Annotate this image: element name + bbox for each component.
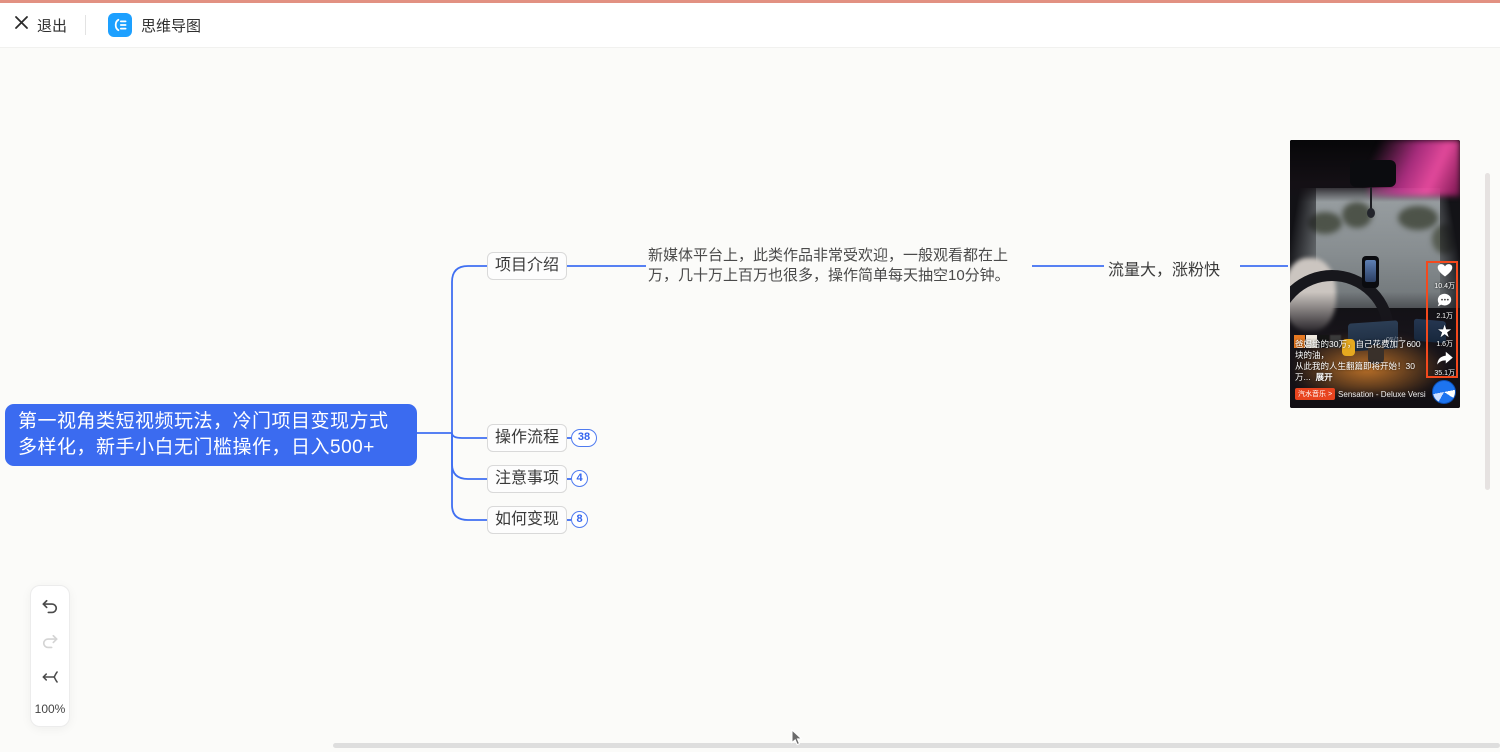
collapsed-count-badge[interactable]: 4	[571, 470, 588, 487]
music-bar[interactable]: 汽水音乐 > Sensation - Deluxe Versi	[1295, 388, 1426, 400]
caption-line1: 爸妈给的30万，自己花费加了600块的油，	[1295, 339, 1421, 360]
mindmap-node-operation-flow[interactable]: 操作流程	[487, 424, 567, 452]
rearview-mirror	[1350, 160, 1396, 187]
collapse-branches-button[interactable]	[40, 667, 60, 687]
mirror-charm	[1370, 187, 1372, 209]
exit-button[interactable]: 退出	[14, 15, 67, 36]
undo-button[interactable]	[40, 597, 60, 617]
zoom-level[interactable]: 100%	[35, 702, 66, 716]
canvas-tool-panel: 100%	[30, 585, 70, 727]
mounted-phone-screen	[1365, 260, 1376, 282]
topbar-divider	[85, 15, 86, 35]
collapsed-count-badge[interactable]: 8	[571, 511, 588, 528]
mirror-charm-pendant	[1367, 208, 1375, 218]
music-app-tag[interactable]: 汽水音乐 >	[1295, 388, 1335, 400]
music-title: Sensation - Deluxe Versi	[1338, 390, 1426, 399]
app-title: 思维导图	[141, 15, 201, 36]
mindmap-node-monetization[interactable]: 如何变现	[487, 506, 567, 534]
redo-button[interactable]	[40, 632, 60, 652]
mindmap-logo-icon	[108, 13, 132, 37]
collapsed-count-badge[interactable]: 38	[571, 429, 597, 447]
window-accent-line	[0, 0, 1500, 3]
expand-link[interactable]: 展开	[1316, 372, 1333, 382]
vertical-scrollbar[interactable]	[1485, 173, 1490, 490]
soda-music-logo	[1432, 380, 1456, 404]
topbar: 退出 思维导图	[0, 3, 1500, 48]
mouse-cursor	[790, 729, 804, 752]
close-icon	[14, 15, 29, 35]
palm-tree	[1398, 206, 1438, 230]
connector-lines	[0, 0, 1500, 751]
video-thumbnail-node[interactable]: 05/11 爸妈给的30万，自己花费加了600块的油， 从此我的人生翻篇即将开始…	[1290, 140, 1460, 408]
mindmap-detail-text-node[interactable]: 新媒体平台上，此类作品非常受欢迎，一般观看都在上万，几十万上百万也很多，操作简单…	[648, 246, 1028, 286]
annotation-highlight-box	[1426, 261, 1458, 378]
video-caption: 爸妈给的30万，自己花费加了600块的油， 从此我的人生翻篇即将开始！30万..…	[1295, 339, 1428, 383]
mindmap-benefit-text-node[interactable]: 流量大，涨粉快	[1108, 256, 1220, 280]
caption-line2: 从此我的人生翻篇即将开始！30万...	[1295, 361, 1415, 382]
mindmap-root-node[interactable]: 第一视角类短视频玩法，冷门项目变现方式多样化，新手小白无门槛操作，日入500+	[5, 404, 417, 466]
mindmap-node-precautions[interactable]: 注意事项	[487, 465, 567, 493]
exit-label: 退出	[37, 15, 67, 36]
horizontal-scrollbar[interactable]	[333, 743, 1500, 748]
mindmap-node-project-intro[interactable]: 项目介绍	[487, 252, 567, 280]
